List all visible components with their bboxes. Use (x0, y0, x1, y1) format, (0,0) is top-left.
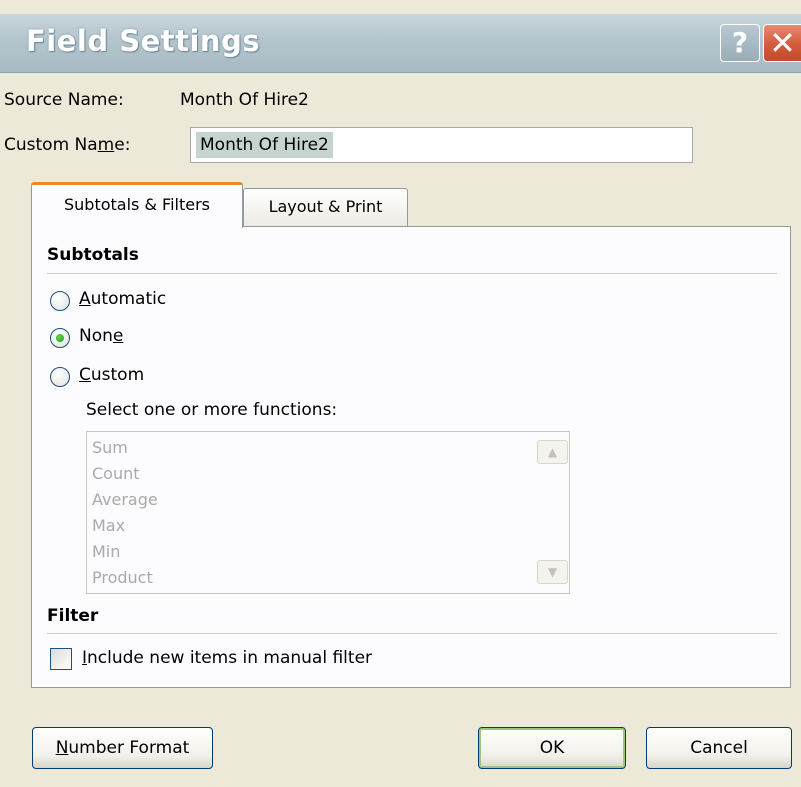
list-item[interactable]: Product (92, 568, 153, 587)
title-bar[interactable]: Field Settings ? ✕ (0, 14, 801, 73)
include-new-items-checkbox[interactable] (50, 648, 72, 670)
filter-heading: Filter (47, 606, 99, 626)
radio-none-label[interactable]: None (79, 326, 123, 346)
cancel-button[interactable]: Cancel (646, 727, 792, 769)
include-new-items-label[interactable]: Include new items in manual filter (82, 648, 372, 668)
radio-automatic-label[interactable]: Automatic (79, 289, 166, 309)
subtotals-divider (47, 273, 777, 274)
functions-label: Select one or more functions: (86, 400, 338, 420)
list-item[interactable]: Max (92, 516, 125, 535)
list-item[interactable]: Average (92, 490, 158, 509)
list-item[interactable]: Sum (92, 438, 128, 457)
help-icon: ? (731, 26, 749, 59)
source-name-value: Month Of Hire2 (180, 90, 309, 110)
radio-custom-label[interactable]: Custom (79, 365, 144, 385)
tab-layout-print[interactable]: Layout & Print (243, 188, 408, 226)
field-settings-dialog: Field Settings ? ✕ Source Name: Month Of… (0, 0, 801, 787)
list-item[interactable]: Min (92, 542, 120, 561)
close-button[interactable]: ✕ (763, 24, 801, 62)
custom-name-input[interactable]: Month Of Hire2 (190, 127, 693, 163)
radio-none[interactable] (50, 328, 70, 348)
scroll-up-button[interactable]: ▲ (537, 440, 568, 464)
custom-name-value: Month Of Hire2 (196, 132, 333, 158)
chevron-down-icon: ▼ (547, 565, 558, 579)
chevron-up-icon: ▲ (547, 445, 558, 459)
radio-custom[interactable] (50, 367, 70, 387)
number-format-button[interactable]: Number Format (32, 727, 213, 769)
close-icon: ✕ (769, 24, 796, 62)
tab-subtotals-filters[interactable]: Subtotals & Filters (31, 182, 243, 228)
custom-name-label: Custom Name: (4, 135, 131, 155)
radio-automatic[interactable] (50, 291, 70, 311)
subtotals-heading: Subtotals (47, 245, 139, 265)
list-item[interactable]: Count (92, 464, 140, 483)
radio-selected-dot (56, 334, 64, 342)
help-button[interactable]: ? (720, 24, 760, 62)
dialog-title: Field Settings (26, 24, 261, 58)
source-name-label: Source Name: (4, 90, 124, 110)
ok-button[interactable]: OK (478, 727, 626, 769)
functions-listbox[interactable]: Sum Count Average Max Min Product ▲ ▼ (86, 431, 570, 594)
scroll-down-button[interactable]: ▼ (537, 560, 568, 584)
filter-divider (47, 633, 777, 634)
